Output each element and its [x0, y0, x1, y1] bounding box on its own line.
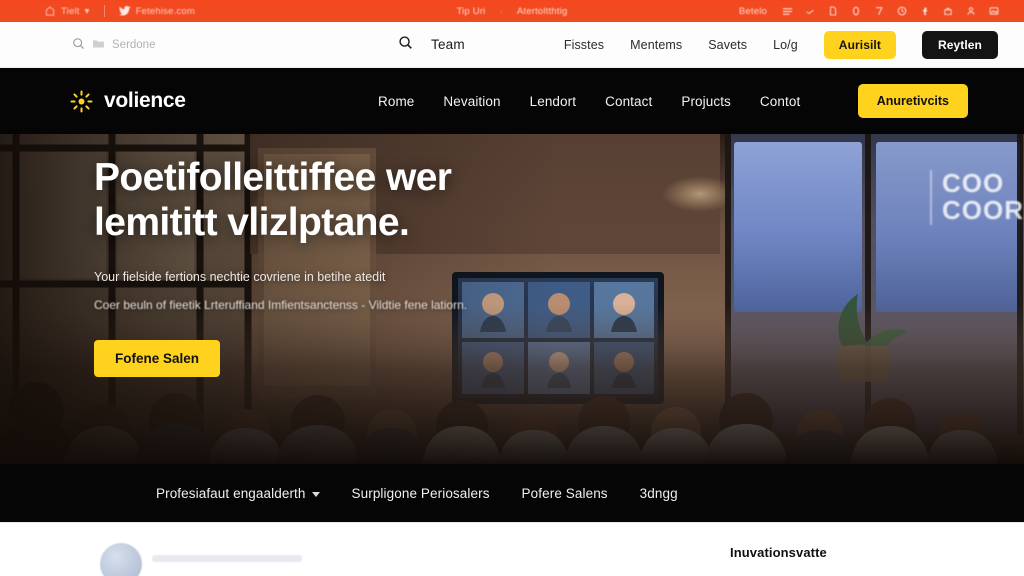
- bag-icon[interactable]: [942, 5, 954, 17]
- utility-bar-right: Betelo: [739, 5, 1024, 17]
- main-nav-item-contot[interactable]: Contot: [760, 94, 800, 109]
- page-root: Tielt ▾ Fetehise.com Tip Uri · Atertoltt…: [0, 0, 1024, 576]
- search-icon: [72, 37, 85, 53]
- facebook-f-icon[interactable]: [919, 5, 931, 17]
- secondary-navbar: Serdone Team Fisstes Mentems Savets Lo/g…: [0, 22, 1024, 68]
- hero-paragraph-2: Coer beuln of fieetik Lrteruffiand Imfie…: [94, 298, 468, 313]
- search-icon[interactable]: [398, 35, 413, 55]
- strip-item-3dngg[interactable]: 3dngg: [640, 486, 678, 501]
- image-icon[interactable]: [988, 5, 1000, 17]
- footer-section: Inuvationsvatte: [0, 522, 1024, 576]
- team-nav-group: Team: [398, 35, 465, 55]
- strip-item-profesiafaut[interactable]: Profesiafaut engaalderth: [156, 486, 320, 501]
- folder-icon: [92, 38, 105, 52]
- chevron-small-icon[interactable]: [804, 5, 816, 17]
- clock-icon[interactable]: [896, 5, 908, 17]
- hero-cta-button[interactable]: Fofene Salen: [94, 339, 221, 377]
- main-nav-item-contact[interactable]: Contact: [605, 94, 652, 109]
- hero-copy: Poetifolleittiffee wer lemititt vlizlpta…: [94, 156, 564, 377]
- search-placeholder: Serdone: [112, 38, 156, 51]
- main-nav-item-nevaition[interactable]: Nevaition: [443, 94, 500, 109]
- screen-overlay-line-2: COOR: [942, 195, 1024, 226]
- main-nav-item-lendort[interactable]: Lendort: [530, 94, 577, 109]
- utility-home-item[interactable]: Tielt ▾: [30, 5, 104, 17]
- zero-digit-icon[interactable]: [850, 5, 862, 17]
- document-icon[interactable]: [827, 5, 839, 17]
- sunburst-icon: [70, 90, 93, 113]
- hero-headline-line-2: lemititt vlizlptane.: [94, 200, 410, 244]
- brand-name: volience: [104, 89, 186, 112]
- screen-overlay-text: COO COOR: [930, 168, 1024, 226]
- utility-twitter-item[interactable]: Fetehise.com: [105, 5, 209, 17]
- utility-center-separator: ·: [499, 5, 503, 17]
- home-icon: [44, 5, 56, 17]
- hero-section: COO COOR Poetifolleittiffee wer lemititt…: [0, 134, 1024, 464]
- nav-item-mentems[interactable]: Mentems: [630, 38, 682, 52]
- menu-lines-icon[interactable]: [781, 5, 793, 17]
- main-nav-item-projucts[interactable]: Projucts: [681, 94, 731, 109]
- footer-title: Inuvationsvatte: [730, 545, 827, 560]
- utility-twitter-label: Fetehise.com: [135, 5, 196, 17]
- nav-item-log[interactable]: Lo/g: [773, 38, 798, 52]
- avatar: [100, 543, 142, 576]
- chevron-down-icon: [311, 491, 320, 497]
- main-header: volience Rome Nevaition Lendort Contact …: [0, 68, 1024, 134]
- strip-item-pofere-salens[interactable]: Pofere Salens: [522, 486, 608, 501]
- utility-bar-left: Tielt ▾ Fetehise.com: [0, 5, 209, 17]
- twitter-bird-icon: [118, 5, 131, 17]
- footer-placeholder-line: [152, 555, 302, 562]
- utility-right-label: Betelo: [738, 5, 767, 17]
- nav-item-savets[interactable]: Savets: [708, 38, 747, 52]
- nav-item-team[interactable]: Team: [431, 37, 465, 52]
- hero-headline: Poetifolleittiffee wer lemititt vlizlpta…: [94, 156, 564, 246]
- user-icon[interactable]: [965, 5, 977, 17]
- brand-logo[interactable]: volience: [70, 89, 186, 113]
- category-strip: Profesiafaut engaalderth Surpligone Peri…: [0, 464, 1024, 522]
- main-nav: Rome Nevaition Lendort Contact Projucts …: [378, 94, 800, 109]
- search-field[interactable]: Serdone: [72, 37, 155, 53]
- hero-headline-line-1: Poetifolleittiffee wer: [94, 156, 452, 199]
- strip-item-surpligone[interactable]: Surpligone Periosalers: [352, 486, 490, 501]
- secondary-cta-button[interactable]: Reytlen: [921, 30, 998, 59]
- header-cta-button[interactable]: Anuretivcits: [857, 84, 968, 118]
- utility-center-item-1[interactable]: Tip Uri: [456, 6, 485, 17]
- secondary-nav-links: Fisstes Mentems Savets Lo/g Aurisilt Rey…: [564, 30, 1024, 59]
- primary-cta-button[interactable]: Aurisilt: [823, 30, 896, 59]
- utility-bar: Tielt ▾ Fetehise.com Tip Uri · Atertoltt…: [0, 0, 1024, 22]
- main-nav-item-rome[interactable]: Rome: [378, 94, 414, 109]
- hero-paragraph-1: Your fielside fertions nechtie covriene …: [94, 269, 386, 284]
- nav-item-fisstes[interactable]: Fisstes: [564, 38, 604, 52]
- chevron-down-icon: ▾: [84, 5, 90, 17]
- seven-digit-icon[interactable]: [873, 5, 885, 17]
- utility-center-item-2[interactable]: Atertoltthtig: [517, 6, 568, 17]
- screen-overlay-line-1: COO: [942, 168, 1005, 198]
- strip-item-label: Profesiafaut engaalderth: [156, 485, 306, 501]
- utility-home-label: Tielt: [61, 5, 80, 17]
